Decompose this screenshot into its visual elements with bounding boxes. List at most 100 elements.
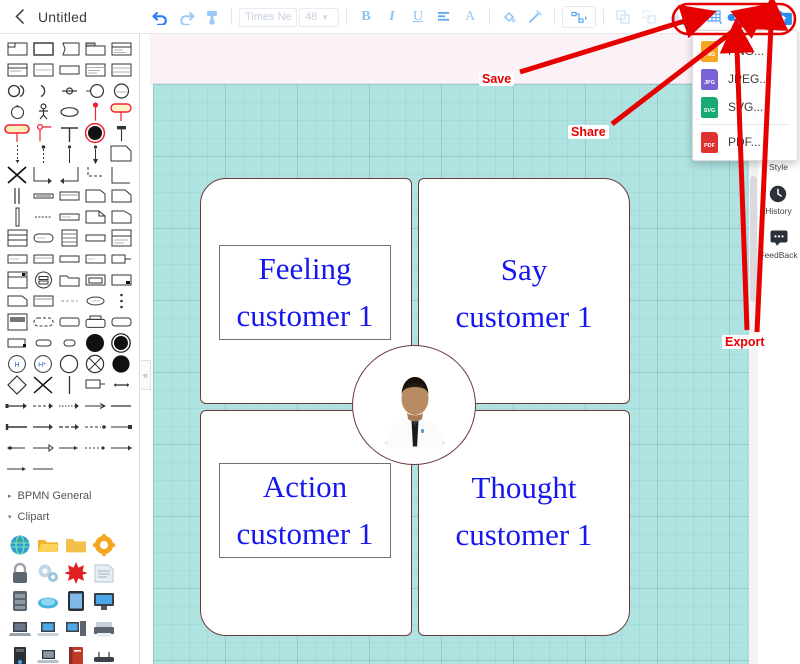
shape-simple-box-icon[interactable] [4, 248, 30, 269]
shape-ring-circle-icon[interactable] [108, 332, 134, 353]
clipart-laptop-icon[interactable] [7, 616, 33, 642]
line-style-button[interactable] [523, 5, 547, 29]
connector-line-icon[interactable] [108, 395, 134, 416]
shape-stacked-icon[interactable] [108, 227, 134, 248]
connector-plain-arrow-icon[interactable] [82, 395, 108, 416]
connector-button[interactable] [562, 6, 596, 28]
shape-rectangle-icon[interactable] [30, 38, 56, 59]
shape-double-line-icon[interactable] [4, 185, 30, 206]
shape-lifeline-start-icon[interactable] [82, 101, 108, 122]
shape-selected-activity-icon[interactable] [108, 101, 134, 122]
shape-tag-box-icon[interactable] [82, 248, 108, 269]
shape-double-arrow-icon[interactable] [108, 374, 134, 395]
shape-tab-box-icon[interactable] [82, 311, 108, 332]
shape-note-icon[interactable] [56, 38, 82, 59]
clipart-monitor-icon[interactable] [91, 588, 117, 614]
shape-list-box-icon[interactable] [108, 59, 134, 80]
connector-dot-end-icon[interactable] [82, 416, 108, 437]
shape-dashed-line-icon[interactable] [56, 290, 82, 311]
clipart-laptop-blue-icon[interactable] [35, 616, 61, 642]
clipart-gear-icon[interactable] [91, 532, 117, 558]
shape-history-icon[interactable]: H [4, 353, 30, 374]
shape-branch-icon[interactable] [30, 122, 56, 143]
empathy-center-persona[interactable] [352, 345, 476, 465]
shape-marker-box-icon[interactable] [108, 269, 134, 290]
connector-bar-arrow-icon[interactable] [4, 416, 30, 437]
sidebar-section-clipart[interactable]: ▾ Clipart [0, 506, 139, 527]
connector-solid-arrow-icon[interactable] [4, 395, 30, 416]
shape-node-circle-icon[interactable] [30, 269, 56, 290]
shape-component-icon[interactable] [4, 269, 30, 290]
shape-pill-icon[interactable] [30, 227, 56, 248]
shape-diamond-icon[interactable] [4, 374, 30, 395]
connector-arrow2-icon[interactable] [30, 416, 56, 437]
shape-x-icon[interactable] [30, 374, 56, 395]
shape-elbow-connector-icon[interactable] [30, 164, 56, 185]
share-button[interactable] [725, 5, 749, 29]
bold-button[interactable]: B [354, 5, 378, 29]
shape-cross-circle-icon[interactable] [82, 353, 108, 374]
shapes-sidebar[interactable]: H H* ▸ BPMN General ▾ Clipart [0, 34, 140, 664]
shape-final-state-icon[interactable] [82, 122, 108, 143]
connector-simple1-icon[interactable] [4, 458, 30, 479]
shape-loop-icon[interactable] [4, 101, 30, 122]
connector-fill-end-icon[interactable] [108, 437, 134, 458]
shape-dashed-elbow-icon[interactable] [82, 164, 108, 185]
clipart-folder-open-icon[interactable] [35, 532, 61, 558]
shape-tiny-pill-icon[interactable] [56, 332, 82, 353]
shape-vertical-bar-icon[interactable] [4, 206, 30, 227]
clipart-printer-icon[interactable] [91, 616, 117, 642]
quadrant-label-say[interactable]: Say customer 1 [428, 247, 620, 340]
shape-mini-pill-icon[interactable] [30, 332, 56, 353]
shape-folder-shape-icon[interactable] [56, 269, 82, 290]
shape-corner-connector-icon[interactable] [108, 164, 134, 185]
shape-table-icon[interactable] [4, 227, 30, 248]
connector-simple2-icon[interactable] [30, 458, 56, 479]
shape-connector-box-icon[interactable] [108, 248, 134, 269]
shape-uml-frame-icon[interactable] [4, 38, 30, 59]
clipart-tablet-icon[interactable] [63, 588, 89, 614]
shape-class-compartment-icon[interactable] [4, 59, 30, 80]
shape-ellipse-icon[interactable] [56, 101, 82, 122]
clipart-lock-icon[interactable] [7, 560, 33, 586]
shape-doc-fold-icon[interactable] [108, 206, 134, 227]
shape-dashed-lifeline-icon[interactable] [4, 143, 30, 164]
connector-dashed-arrow-icon[interactable] [30, 395, 56, 416]
connector-hollow-arrow-icon[interactable] [30, 437, 56, 458]
shape-dashed-text-icon[interactable] [30, 206, 56, 227]
shape-box-arrow-icon[interactable] [82, 374, 108, 395]
shape-label-bar-icon[interactable] [82, 227, 108, 248]
shape-stack-folder-icon[interactable] [82, 269, 108, 290]
shape-plain-box-icon[interactable] [56, 59, 82, 80]
shape-titled-bar-icon[interactable] [56, 185, 82, 206]
group-button[interactable] [611, 5, 635, 29]
clipart-desktop-icon[interactable] [63, 616, 89, 642]
shape-small-box-icon[interactable] [4, 332, 30, 353]
connector-diamond-arrow-icon[interactable] [4, 437, 30, 458]
shape-round-box-icon[interactable] [56, 311, 82, 332]
clipart-globe-icon[interactable] [7, 532, 33, 558]
clipart-cogs-icon[interactable] [35, 560, 61, 586]
export-item-svg[interactable]: SVG SVG... [693, 93, 797, 121]
shape-arrow-line-icon[interactable] [82, 143, 108, 164]
shape-oval-label-icon[interactable] [82, 290, 108, 311]
shape-join-icon[interactable] [56, 122, 82, 143]
rail-item-history[interactable]: History [765, 184, 792, 216]
document-title[interactable]: Untitled [38, 9, 87, 25]
shape-bar-lifeline-icon[interactable] [108, 122, 134, 143]
shape-elbow-connector2-icon[interactable] [56, 164, 82, 185]
scrollbar-thumb[interactable] [750, 176, 757, 302]
shape-interface-ball-icon[interactable] [4, 80, 30, 101]
clipart-document-icon[interactable] [91, 560, 117, 586]
shape-filled-circle-icon[interactable] [82, 332, 108, 353]
font-family-select[interactable]: Times Ne ▼ [239, 7, 297, 27]
clipart-router-icon[interactable] [91, 644, 117, 664]
shape-hbar-icon[interactable] [30, 185, 56, 206]
shape-actor-icon[interactable] [30, 101, 56, 122]
connector-thin-arrow-icon[interactable] [56, 437, 82, 458]
clipart-starburst-icon[interactable] [63, 560, 89, 586]
underline-button[interactable]: U [406, 5, 430, 29]
shape-port-icon[interactable] [56, 80, 82, 101]
sidebar-collapse-handle[interactable]: « [141, 360, 151, 390]
rail-item-feedback[interactable]: FeedBack [759, 228, 798, 260]
